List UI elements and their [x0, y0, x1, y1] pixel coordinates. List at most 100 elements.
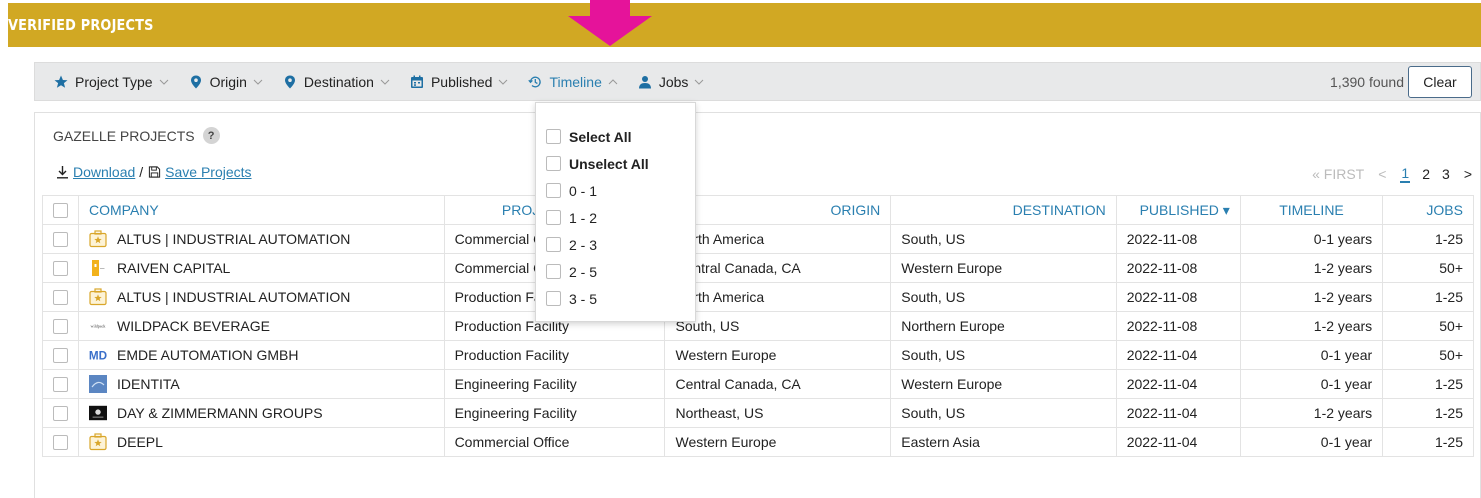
- row-checkbox[interactable]: [53, 232, 68, 248]
- company: ALTUS | INDUSTRIAL AUTOMATION: [89, 230, 434, 248]
- table-row[interactable]: wildpack WILDPACK BEVERAGE Production Faci…: [42, 311, 1474, 341]
- checkbox[interactable]: [546, 183, 561, 198]
- checkbox[interactable]: [546, 156, 561, 171]
- row-checkbox[interactable]: [53, 290, 68, 306]
- row-checkbox[interactable]: [53, 435, 68, 451]
- logo-text: MD: [89, 350, 107, 363]
- chevron-down-icon: [498, 77, 508, 87]
- save-projects-link[interactable]: Save Projects: [165, 164, 251, 180]
- filter-label: Published: [430, 73, 493, 90]
- table-row[interactable]: DAY & ZIMMERMANN GROUPS Engineering Facil…: [42, 398, 1474, 428]
- timeline-cell: 1-2 years: [1239, 398, 1384, 428]
- select-all-checkbox[interactable]: [53, 203, 68, 219]
- company-cell[interactable]: ALTUS | INDUSTRIAL AUTOMATION: [78, 224, 445, 254]
- checkbox[interactable]: [546, 237, 561, 252]
- timeline-dropdown: Select All Unselect All 0 - 1 1 - 2 2 - …: [535, 102, 696, 322]
- destination-cell: Western Europe: [890, 253, 1117, 283]
- row-checkbox[interactable]: [53, 319, 68, 335]
- dropdown-option[interactable]: 3 - 5: [536, 285, 695, 312]
- jobs-cell: 50+: [1382, 253, 1474, 283]
- timeline-cell: 1-2 years: [1239, 253, 1384, 283]
- filter-label: Timeline: [549, 73, 602, 90]
- filter-label: Origin: [209, 73, 247, 90]
- filter-project-type[interactable]: Project Type: [35, 63, 169, 100]
- dropdown-option[interactable]: 0 - 1: [536, 177, 695, 204]
- company-cell[interactable]: RAIVEN CAPITAL: [78, 253, 445, 283]
- destination-cell: South, US: [890, 224, 1117, 254]
- row-checkbox[interactable]: [53, 377, 68, 393]
- dropdown-option[interactable]: 2 - 3: [536, 231, 695, 258]
- company-cell[interactable]: DEEPL: [78, 427, 445, 457]
- table-row[interactable]: MD EMDE AUTOMATION GMBH Production Facilit…: [42, 340, 1474, 370]
- filter-label: Project Type: [75, 73, 153, 90]
- col-published[interactable]: PUBLISHED ▾: [1115, 195, 1241, 225]
- published-cell: 2022-11-04: [1115, 340, 1241, 370]
- filter-label: Destination: [303, 73, 374, 90]
- company-cell[interactable]: ALTUS | INDUSTRIAL AUTOMATION: [78, 282, 445, 312]
- filter-timeline[interactable]: Timeline: [508, 63, 618, 100]
- destination-cell: Northern Europe: [890, 311, 1117, 341]
- dropdown-select-all[interactable]: Select All: [536, 123, 695, 150]
- jobs-cell: 1-25: [1382, 427, 1474, 457]
- dropdown-option[interactable]: 2 - 5: [536, 258, 695, 285]
- star-icon: [54, 75, 68, 89]
- pager-page-3[interactable]: 3: [1442, 166, 1450, 182]
- filter-jobs[interactable]: Jobs: [618, 63, 705, 100]
- company-logo: [89, 404, 107, 422]
- help-icon[interactable]: ?: [202, 127, 220, 144]
- pager-first[interactable]: « FIRST: [1312, 166, 1364, 182]
- pager-next[interactable]: >: [1464, 166, 1472, 182]
- clear-button[interactable]: Clear: [1408, 66, 1472, 98]
- checkbox[interactable]: [546, 210, 561, 225]
- company: wildpack WILDPACK BEVERAGE: [89, 317, 434, 335]
- pager-page-2[interactable]: 2: [1422, 166, 1430, 182]
- chevron-down-icon: [694, 77, 704, 87]
- table-row[interactable]: ALTUS | INDUSTRIAL AUTOMATION Commercial …: [42, 224, 1474, 254]
- project-type-cell: Engineering Facility: [443, 369, 666, 399]
- projects-table: COMPANY PROJECT TYPE ORIGIN DESTINATION …: [42, 195, 1474, 457]
- origin-cell: Northeast, US: [664, 398, 892, 428]
- table-row[interactable]: ALTUS | INDUSTRIAL AUTOMATION Production …: [42, 282, 1474, 312]
- checkbox[interactable]: [546, 291, 561, 306]
- col-timeline[interactable]: TIMELINE: [1239, 195, 1384, 225]
- col-origin[interactable]: ORIGIN: [664, 195, 892, 225]
- published-cell: 2022-11-08: [1115, 224, 1241, 254]
- row-checkbox[interactable]: [53, 348, 68, 364]
- dropdown-option[interactable]: 1 - 2: [536, 204, 695, 231]
- company-cell[interactable]: wildpack WILDPACK BEVERAGE: [78, 311, 445, 341]
- checkbox[interactable]: [546, 264, 561, 279]
- download-link[interactable]: Download: [73, 164, 135, 180]
- origin-cell: North America: [664, 224, 892, 254]
- col-jobs[interactable]: JOBS: [1382, 195, 1474, 225]
- company-cell[interactable]: DAY & ZIMMERMANN GROUPS: [78, 398, 445, 428]
- col-company[interactable]: COMPANY: [78, 195, 445, 225]
- row-checkbox[interactable]: [53, 261, 68, 277]
- timeline-cell: 0-1 year: [1239, 340, 1384, 370]
- table-row[interactable]: DEEPL Commercial Office Western Europe East…: [42, 427, 1474, 457]
- dropdown-unselect-all[interactable]: Unselect All: [536, 150, 695, 177]
- page-title: VERIFIED PROJECTS: [8, 16, 154, 34]
- filter-origin[interactable]: Origin: [169, 63, 263, 100]
- filter-destination[interactable]: Destination: [263, 63, 390, 100]
- row-checkbox[interactable]: [53, 406, 68, 422]
- jobs-cell: 50+: [1382, 340, 1474, 370]
- row-select-cell: [42, 282, 79, 312]
- pagination: « FIRST < 1 2 3 >: [1312, 165, 1472, 183]
- timeline-cell: 1-2 years: [1239, 282, 1384, 312]
- company: DAY & ZIMMERMANN GROUPS: [89, 404, 434, 422]
- filter-published[interactable]: Published: [390, 63, 509, 100]
- pager-page-1[interactable]: 1: [1400, 165, 1411, 183]
- project-type-cell: Commercial Office: [443, 427, 666, 457]
- published-cell: 2022-11-04: [1115, 369, 1241, 399]
- company-cell[interactable]: IDENTITA: [78, 369, 445, 399]
- company-name: ALTUS | INDUSTRIAL AUTOMATION: [117, 231, 351, 247]
- pager-prev[interactable]: <: [1378, 166, 1386, 182]
- table-row[interactable]: RAIVEN CAPITAL Commercial Office Central C…: [42, 253, 1474, 283]
- company-logo: MD: [89, 346, 107, 364]
- col-destination[interactable]: DESTINATION: [890, 195, 1117, 225]
- jobs-cell: 1-25: [1382, 369, 1474, 399]
- company-cell[interactable]: MD EMDE AUTOMATION GMBH: [78, 340, 445, 370]
- checkbox[interactable]: [546, 129, 561, 144]
- table-row[interactable]: IDENTITA Engineering Facility Central Cana…: [42, 369, 1474, 399]
- dropdown-label: Unselect All: [569, 155, 649, 172]
